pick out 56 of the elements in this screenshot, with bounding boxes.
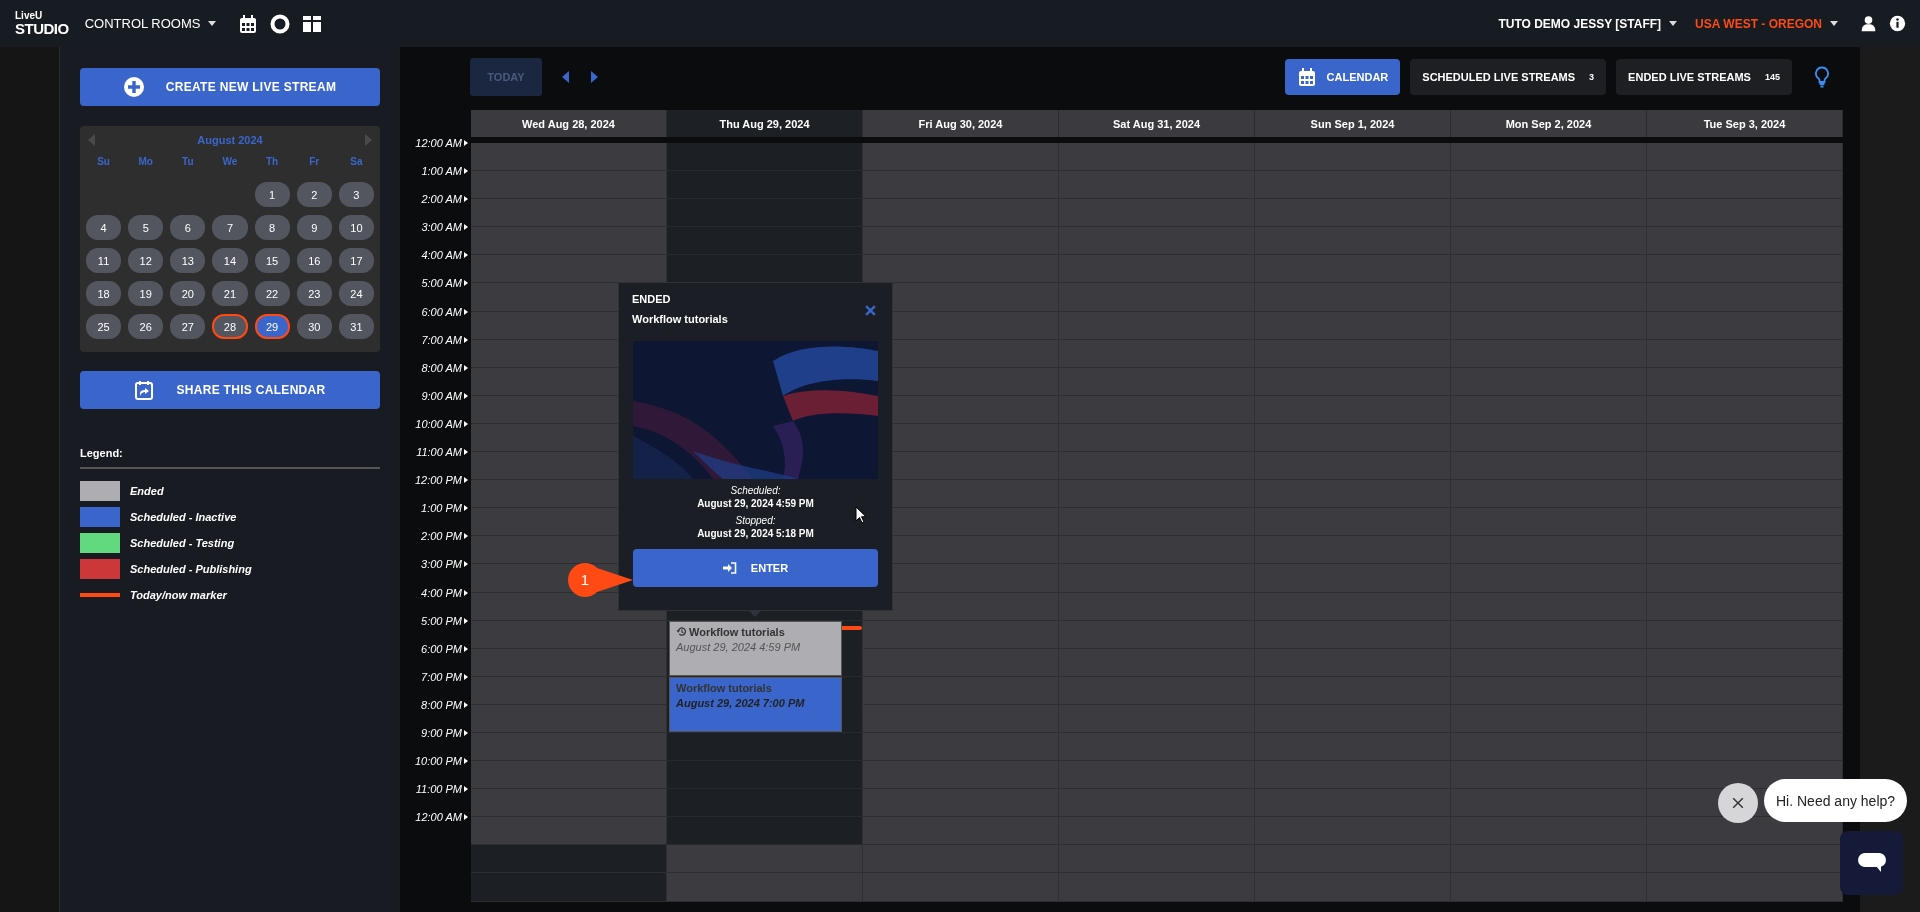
day-header: Sun Sep 1, 2024 bbox=[1255, 110, 1451, 137]
scheduled-label: Scheduled: bbox=[729, 485, 782, 496]
time-label: 2:00 AM bbox=[421, 193, 462, 206]
time-label: 11:00 AM bbox=[416, 446, 462, 459]
weekday-label: Th bbox=[265, 156, 280, 168]
time-label: 9:00 PM bbox=[421, 726, 462, 739]
scheduled-time: August 29, 2024 4:59 PM bbox=[696, 498, 815, 509]
time-label: 4:00 PM bbox=[421, 586, 462, 599]
weekday-label: Su bbox=[96, 156, 111, 168]
time-label: 3:00 AM bbox=[421, 221, 462, 234]
time-label: 11:00 PM bbox=[415, 783, 462, 796]
event-status: ENDED bbox=[632, 293, 672, 305]
time-label: 1:00 PM bbox=[421, 502, 462, 515]
event-title: Workflow tutorials bbox=[689, 625, 785, 638]
legend-label: Scheduled - Testing bbox=[130, 537, 235, 549]
time-label: 1:00 AM bbox=[421, 165, 462, 178]
time-label: 9:00 AM bbox=[421, 389, 462, 402]
time-label: 2:00 PM bbox=[421, 530, 462, 543]
time-label: 7:00 PM bbox=[421, 670, 462, 683]
day-header: Tue Sep 3, 2024 bbox=[1647, 110, 1843, 137]
event-title: Workflow tutorials bbox=[676, 681, 772, 694]
legend-label: Scheduled - Publishing bbox=[130, 563, 252, 575]
legend-label: Ended bbox=[130, 485, 164, 497]
weekday-label: Fr bbox=[308, 156, 321, 168]
time-label: 10:00 PM bbox=[414, 755, 462, 768]
legend-label: Today/now marker bbox=[130, 589, 227, 601]
weekday-label: We bbox=[221, 156, 239, 168]
time-label: 5:00 AM bbox=[421, 277, 462, 290]
day-header: Thu Aug 29, 2024 bbox=[667, 110, 863, 137]
time-label: 6:00 AM bbox=[421, 305, 462, 318]
day-header: Wed Aug 28, 2024 bbox=[471, 110, 667, 137]
stopped-time: August 29, 2024 5:18 PM bbox=[696, 528, 815, 539]
time-label: 8:00 PM bbox=[421, 698, 462, 711]
weekday-label: Sa bbox=[349, 156, 364, 168]
day-header: Fri Aug 30, 2024 bbox=[863, 110, 1059, 137]
weekday-label: Tu bbox=[181, 156, 195, 168]
time-label: 3:00 PM bbox=[421, 558, 462, 571]
time-label: 5:00 PM bbox=[421, 614, 462, 627]
legend-title: Legend: bbox=[80, 447, 124, 459]
popup-title: Workflow tutorials bbox=[632, 313, 728, 325]
time-label: 8:00 AM bbox=[421, 361, 462, 374]
time-label: 7:00 AM bbox=[421, 333, 462, 346]
day-header: Sat Aug 31, 2024 bbox=[1059, 110, 1255, 137]
month-title: August 2024 bbox=[197, 134, 263, 146]
stopped-label: Stopped: bbox=[734, 515, 777, 526]
time-label: 10:00 AM bbox=[415, 417, 462, 430]
time-label: 12:00 AM bbox=[415, 811, 462, 824]
time-label: 12:00 AM bbox=[415, 137, 462, 149]
weekday-label: Mo bbox=[137, 156, 154, 168]
time-label: 6:00 PM bbox=[421, 642, 462, 655]
legend-label: Scheduled - Inactive bbox=[130, 511, 237, 523]
event-time: August 29, 2024 4:59 PM bbox=[676, 640, 802, 653]
time-label: 12:00 PM bbox=[414, 474, 462, 487]
day-header: Mon Sep 2, 2024 bbox=[1451, 110, 1647, 137]
time-label: 4:00 AM bbox=[421, 249, 462, 262]
event-time: August 29, 2024 7:00 PM bbox=[676, 696, 806, 709]
